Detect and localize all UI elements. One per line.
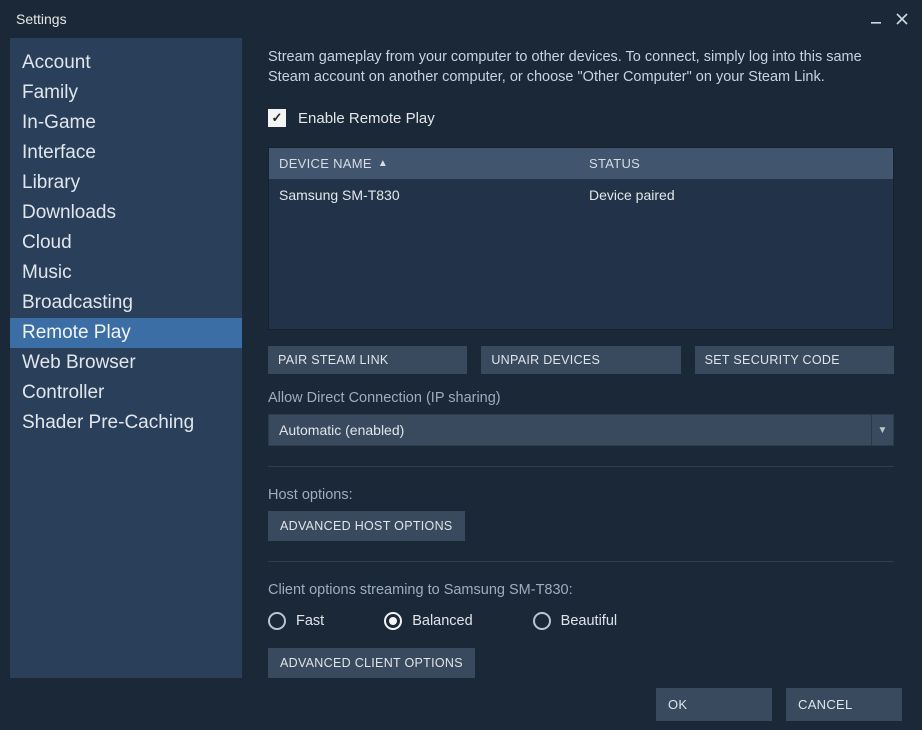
checkmark-icon: ✓ — [268, 109, 286, 127]
sidebar-item-account[interactable]: Account — [10, 48, 242, 78]
radio-label: Beautiful — [561, 613, 617, 629]
table-row[interactable]: Samsung SM-T830Device paired — [269, 179, 893, 211]
radio-icon — [384, 612, 402, 630]
direct-connection-select[interactable]: Automatic (enabled) ▼ — [268, 414, 894, 446]
direct-connection-label: Allow Direct Connection (IP sharing) — [268, 390, 894, 406]
sidebar-item-cloud[interactable]: Cloud — [10, 228, 242, 258]
divider — [268, 561, 894, 562]
radio-label: Fast — [296, 613, 324, 629]
device-name-cell: Samsung SM-T830 — [269, 179, 579, 211]
sort-asc-icon: ▲ — [378, 158, 388, 169]
quality-radio-balanced[interactable]: Balanced — [384, 612, 472, 630]
sidebar-item-library[interactable]: Library — [10, 168, 242, 198]
radio-icon — [533, 612, 551, 630]
close-icon[interactable] — [892, 9, 912, 29]
device-status-cell: Device paired — [579, 179, 893, 211]
sidebar-item-broadcasting[interactable]: Broadcasting — [10, 288, 242, 318]
settings-sidebar: AccountFamilyIn-GameInterfaceLibraryDown… — [10, 38, 242, 678]
sidebar-item-music[interactable]: Music — [10, 258, 242, 288]
pair-steam-link-button[interactable]: PAIR STEAM LINK — [268, 346, 467, 374]
sidebar-item-downloads[interactable]: Downloads — [10, 198, 242, 228]
minimize-icon[interactable] — [866, 9, 886, 29]
footer: OK CANCEL — [0, 678, 922, 730]
divider — [268, 466, 894, 467]
cancel-button[interactable]: CANCEL — [786, 688, 902, 721]
direct-connection-value: Automatic (enabled) — [269, 415, 871, 445]
unpair-devices-button[interactable]: UNPAIR DEVICES — [481, 346, 680, 374]
enable-remote-play-label: Enable Remote Play — [298, 110, 435, 127]
settings-main: Stream gameplay from your computer to ot… — [242, 38, 912, 678]
remote-play-description: Stream gameplay from your computer to ot… — [268, 48, 894, 87]
quality-radio-beautiful[interactable]: Beautiful — [533, 612, 617, 630]
radio-label: Balanced — [412, 613, 472, 629]
host-options-label: Host options: — [268, 487, 894, 503]
sidebar-item-family[interactable]: Family — [10, 78, 242, 108]
chevron-down-icon: ▼ — [871, 415, 893, 445]
ok-button[interactable]: OK — [656, 688, 772, 721]
sidebar-item-controller[interactable]: Controller — [10, 378, 242, 408]
set-security-code-button[interactable]: SET SECURITY CODE — [695, 346, 894, 374]
sidebar-item-in-game[interactable]: In-Game — [10, 108, 242, 138]
sidebar-item-shader-pre-caching[interactable]: Shader Pre-Caching — [10, 408, 242, 438]
column-status[interactable]: STATUS — [579, 148, 893, 179]
quality-radio-fast[interactable]: Fast — [268, 612, 324, 630]
client-options-label: Client options streaming to Samsung SM-T… — [268, 582, 894, 598]
sidebar-item-remote-play[interactable]: Remote Play — [10, 318, 242, 348]
titlebar: Settings — [0, 0, 922, 38]
column-device-name[interactable]: DEVICE NAME ▲ — [269, 148, 579, 179]
advanced-host-options-button[interactable]: ADVANCED HOST OPTIONS — [268, 511, 465, 541]
radio-icon — [268, 612, 286, 630]
advanced-client-options-button[interactable]: ADVANCED CLIENT OPTIONS — [268, 648, 475, 678]
enable-remote-play-checkbox[interactable]: ✓ Enable Remote Play — [268, 109, 894, 127]
window-title: Settings — [16, 11, 67, 27]
sidebar-item-web-browser[interactable]: Web Browser — [10, 348, 242, 378]
sidebar-item-interface[interactable]: Interface — [10, 138, 242, 168]
device-table: DEVICE NAME ▲ STATUS Samsung SM-T830Devi… — [268, 147, 894, 330]
